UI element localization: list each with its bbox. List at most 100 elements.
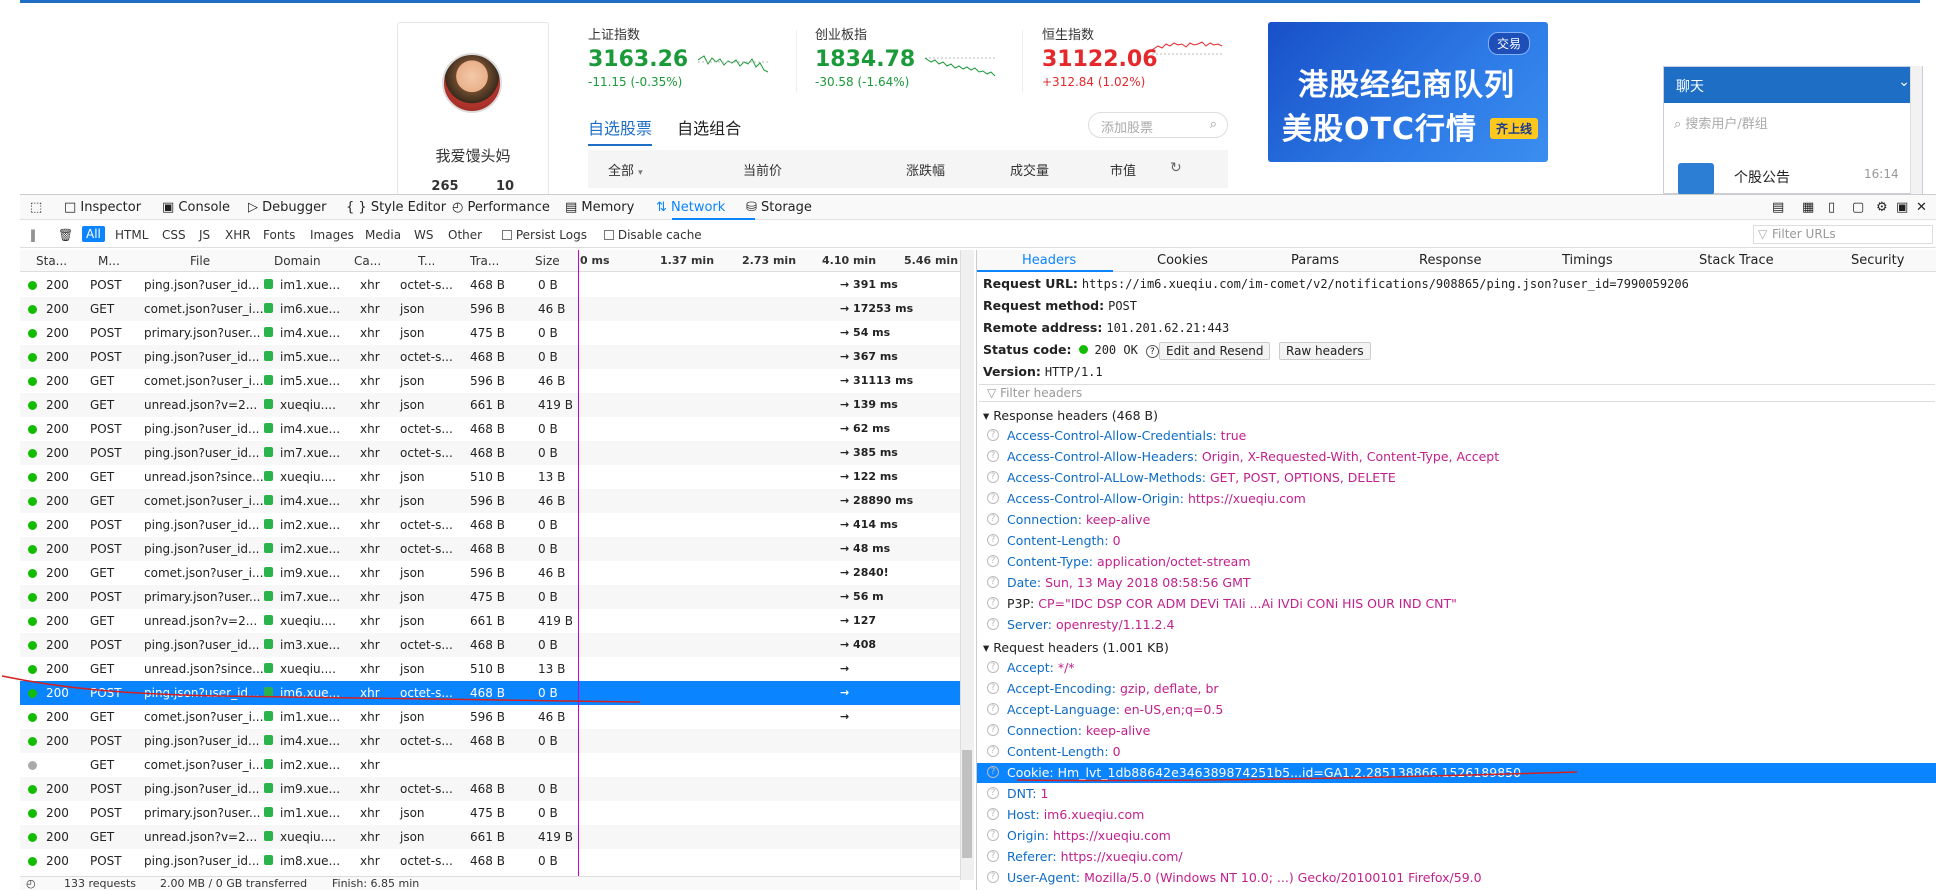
help-icon[interactable]: ? xyxy=(987,850,999,862)
help-icon[interactable]: ? xyxy=(987,555,999,567)
request-row[interactable]: 200 POST ping.json?user_id... im8.xue... xhr… xyxy=(20,849,960,873)
filter-css[interactable]: CSS xyxy=(162,228,186,242)
header-row[interactable]: Accept-Encoding: gzip, deflate, br xyxy=(1007,681,1219,696)
request-row[interactable]: 200 GET unread.json?v=2... xueqiu.... xhr jso… xyxy=(20,393,960,417)
request-row[interactable]: 200 GET comet.json?user_i... im9.xue... xhr j… xyxy=(20,561,960,585)
settings-icon[interactable]: ⚙ xyxy=(1876,200,1888,215)
help-icon[interactable]: ? xyxy=(987,682,999,694)
tab-memory[interactable]: ▤ Memory xyxy=(565,200,634,215)
request-row[interactable]: 200 POST ping.json?user_id... im2.xue... xhr… xyxy=(20,537,960,561)
help-icon[interactable]: ? xyxy=(987,661,999,673)
header-row[interactable]: Server: openresty/1.11.2.4 xyxy=(1007,617,1174,632)
header-row[interactable]: Connection: keep-alive xyxy=(1007,723,1150,738)
header-row[interactable]: Access-Control-Allow-Headers: Origin, X-R… xyxy=(1007,449,1499,464)
header-row[interactable]: Access-Control-ALLow-Methods: GET, POST, … xyxy=(1007,470,1396,485)
chevron-down-icon[interactable]: ⌄ xyxy=(1898,74,1910,90)
help-icon[interactable]: ? xyxy=(987,492,999,504)
help-icon[interactable]: ? xyxy=(987,471,999,483)
tab-my-portfolios[interactable]: 自选组合 xyxy=(677,119,741,138)
col-type[interactable]: T... xyxy=(418,254,435,268)
col-file[interactable]: File xyxy=(190,254,210,268)
page-scrollbar[interactable] xyxy=(1910,66,1922,194)
header-row[interactable]: Accept: */* xyxy=(1007,660,1075,675)
filter-js[interactable]: JS xyxy=(199,228,210,242)
request-row[interactable]: 200 GET unread.json?v=2... xueqiu.... xhr jso… xyxy=(20,825,960,849)
help-icon[interactable]: ? xyxy=(987,871,999,883)
refresh-icon[interactable]: ↻ xyxy=(1170,160,1182,176)
request-row[interactable]: 200 POST ping.json?user_id... im7.xue... xhr… xyxy=(20,441,960,465)
header-row[interactable]: P3P: CP="IDC DSP COR ADM DEVi TAIi ...Ai … xyxy=(1007,596,1457,611)
persist-logs-checkbox[interactable]: Persist Logs xyxy=(502,228,587,242)
header-row[interactable]: Content-Type: application/octet-stream xyxy=(1007,554,1251,569)
header-row[interactable]: Access-Control-Allow-Credentials: true xyxy=(1007,428,1246,443)
tab-timings[interactable]: Timings xyxy=(1562,253,1613,268)
chat-header[interactable]: 聊天 ⌄ xyxy=(1664,67,1922,103)
col-method[interactable]: M... xyxy=(98,254,120,268)
index-chinext[interactable]: 创业板指 1834.78 -30.58 (-1.64%) xyxy=(815,24,1015,89)
close-icon[interactable]: ✕ xyxy=(1916,200,1927,215)
header-row[interactable]: Content-Length: 0 xyxy=(1007,533,1121,548)
tab-params[interactable]: Params xyxy=(1291,253,1339,268)
filter-html[interactable]: HTML xyxy=(115,228,148,242)
col-market-cap[interactable]: 市值 xyxy=(1110,160,1136,179)
col-price[interactable]: 当前价 xyxy=(743,160,782,179)
help-icon[interactable]: ? xyxy=(1145,345,1159,358)
request-row[interactable]: GET comet.json?user_i... im2.xue... xhr xyxy=(20,753,960,777)
index-hangseng[interactable]: 恒生指数 31122.06 +312.84 (1.02%) xyxy=(1042,24,1242,89)
tab-network[interactable]: ⇅ Network xyxy=(656,200,725,215)
tab-headers[interactable]: Headers xyxy=(1022,253,1076,268)
header-row[interactable]: Date: Sun, 13 May 2018 08:58:56 GMT xyxy=(1007,575,1251,590)
undock-icon[interactable]: ▣ xyxy=(1896,200,1908,215)
header-row[interactable]: Connection: keep-alive xyxy=(1007,512,1150,527)
help-icon[interactable]: ? xyxy=(987,724,999,736)
username[interactable]: 我爱馒头妈 xyxy=(398,145,548,166)
help-icon[interactable]: ? xyxy=(987,597,999,609)
request-headers-section[interactable]: ▾ Request headers (1.001 KB) xyxy=(983,640,1169,655)
filter-media[interactable]: Media xyxy=(365,228,401,242)
help-icon[interactable]: ? xyxy=(987,450,999,462)
help-icon[interactable]: ? xyxy=(987,745,999,757)
header-row[interactable]: User-Agent: Mozilla/5.0 (Windows NT 10.0;… xyxy=(1007,870,1482,885)
scrollbar-thumb[interactable] xyxy=(962,750,972,858)
filter-xhr[interactable]: XHR xyxy=(225,228,251,242)
request-row[interactable]: 200 GET unread.json?since... xueqiu.... xhr j… xyxy=(20,465,960,489)
col-transferred[interactable]: Tra... xyxy=(470,254,499,268)
request-row[interactable]: 200 POST primary.json?user... im4.xue... xhr… xyxy=(20,321,960,345)
request-row[interactable]: 200 POST ping.json?user_id... im9.xue... xhr… xyxy=(20,777,960,801)
header-row[interactable]: Access-Control-Allow-Origin: https://xueq… xyxy=(1007,491,1306,506)
request-row[interactable]: 200 POST ping.json?user_id... im4.xue... xhr… xyxy=(20,417,960,441)
header-row[interactable]: Referer: https://xueqiu.com/ xyxy=(1007,849,1183,864)
trash-icon[interactable]: 🗑 xyxy=(58,228,73,242)
request-row[interactable]: 200 POST ping.json?user_id... im4.xue... xhr… xyxy=(20,729,960,753)
filter-headers-input[interactable]: ▽ Filter headers xyxy=(979,384,1935,402)
filter-images[interactable]: Images xyxy=(310,228,354,242)
request-row[interactable]: 200 POST ping.json?user_id... im1.xue... xhr… xyxy=(20,273,960,297)
request-row[interactable]: 200 GET comet.json?user_i... im6.xue... xhr j… xyxy=(20,297,960,321)
tab-style-editor[interactable]: { } Style Editor xyxy=(346,200,446,215)
chat-item-name[interactable]: 个股公告 xyxy=(1734,167,1790,187)
raw-headers-button[interactable]: Raw headers xyxy=(1279,342,1371,360)
help-icon[interactable]: ? xyxy=(987,513,999,525)
help-icon[interactable]: ? xyxy=(987,618,999,630)
header-row[interactable]: Content-Length: 0 xyxy=(1007,744,1121,759)
col-size[interactable]: Size xyxy=(535,254,560,268)
help-icon[interactable]: ? xyxy=(987,787,999,799)
filter-all[interactable]: All xyxy=(82,226,105,242)
request-url[interactable]: https://im6.xueqiu.com/im-comet/v2/notif… xyxy=(1082,277,1689,291)
header-row[interactable]: Origin: https://xueqiu.com xyxy=(1007,828,1171,843)
tab-response[interactable]: Response xyxy=(1419,253,1481,268)
tab-my-stocks[interactable]: 自选股票 xyxy=(588,119,653,146)
request-row[interactable]: 200 GET comet.json?user_i... im4.xue... xhr j… xyxy=(20,489,960,513)
request-row[interactable]: 200 GET comet.json?user_i... im5.xue... xhr j… xyxy=(20,369,960,393)
request-row[interactable]: 200 POST ping.json?user_id... im5.xue... xhr… xyxy=(20,345,960,369)
help-icon[interactable]: ? xyxy=(987,576,999,588)
avatar[interactable] xyxy=(442,53,502,113)
col-volume[interactable]: 成交量 xyxy=(1010,160,1049,179)
filter-ws[interactable]: WS xyxy=(414,228,433,242)
col-cause[interactable]: Ca... xyxy=(354,254,381,268)
tab-stack-trace[interactable]: Stack Trace xyxy=(1699,253,1774,268)
add-stock-input[interactable]: 添加股票 ⌕ xyxy=(1088,112,1228,138)
request-row[interactable]: 200 POST ping.json?user_id... im2.xue... xhr… xyxy=(20,513,960,537)
screenshot-icon[interactable]: ▢ xyxy=(1852,200,1864,215)
col-all[interactable]: 全部 ▾ xyxy=(608,160,643,179)
